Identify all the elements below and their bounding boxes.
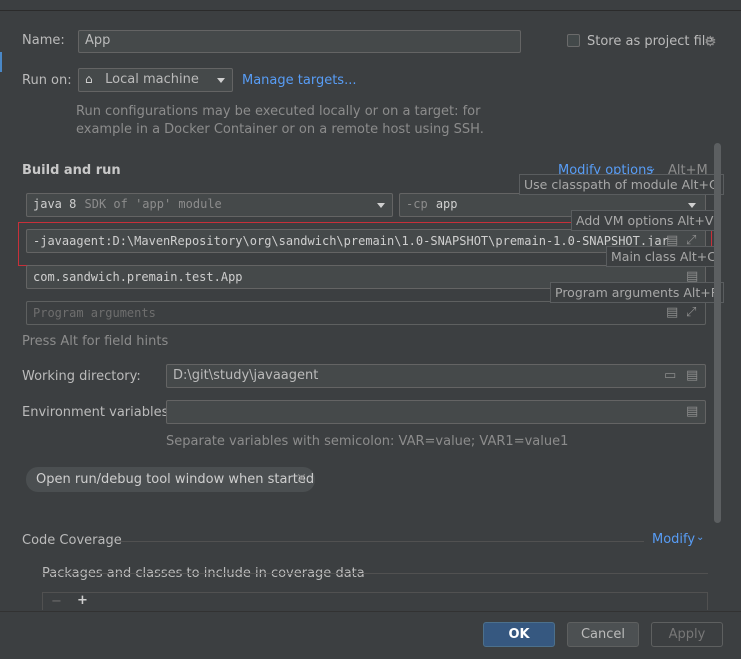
coverage-packages-toolbar: − +: [42, 592, 708, 610]
jdk-hint: SDK of 'app' module: [84, 197, 222, 211]
main-class-value: com.sandwich.premain.test.App: [33, 270, 243, 284]
selection-indicator: [0, 52, 2, 72]
close-icon[interactable]: ×: [296, 471, 307, 486]
cp-value: app: [435, 197, 458, 211]
ok-button[interactable]: OK: [483, 622, 555, 647]
run-on-description-2: example in a Docker Container or on a re…: [76, 122, 484, 137]
dialog-top-edge: [0, 0, 741, 11]
name-label: Name:: [22, 33, 65, 48]
press-alt-hint: Press Alt for field hints: [22, 334, 169, 349]
vm-options-value: -javaagent:D:\MavenRepository\org\sandwi…: [33, 234, 669, 248]
name-value: App: [85, 33, 111, 48]
run-on-value: Local machine: [105, 72, 199, 87]
apply-button[interactable]: Apply: [651, 622, 723, 647]
program-arguments-placeholder: Program arguments: [33, 306, 156, 320]
document-icon[interactable]: ▤: [666, 306, 678, 320]
modify-link[interactable]: Modify: [652, 532, 695, 547]
environment-variables-input[interactable]: [166, 400, 706, 424]
manage-targets-link[interactable]: Manage targets...: [242, 73, 356, 88]
chevron-down-icon: [377, 203, 385, 208]
environment-variables-hint: Separate variables with semicolon: VAR=v…: [166, 434, 569, 449]
jdk-version: java 8: [33, 197, 77, 211]
open-tool-window-chip[interactable]: Open run/debug tool window when started …: [26, 467, 315, 492]
home-icon: ⌂: [85, 72, 93, 86]
store-project-file-checkbox[interactable]: [567, 34, 580, 47]
tooltip-classpath: Use classpath of module Alt+O: [519, 174, 724, 195]
working-directory-value: D:\git\study\javaagent: [173, 368, 319, 383]
open-tool-window-label: Open run/debug tool window when started: [36, 472, 315, 487]
run-on-description-1: Run configurations may be executed local…: [76, 104, 481, 119]
jdk-dropdown[interactable]: java 8 SDK of 'app' module: [26, 193, 393, 217]
tooltip-main-class: Main class Alt+C: [606, 246, 721, 267]
modify-options-chevron-icon[interactable]: ⌄: [648, 163, 656, 174]
environment-variables-label: Environment variables:: [22, 405, 173, 420]
expand-icon[interactable]: ⤢: [686, 306, 696, 320]
working-directory-input[interactable]: D:\git\study\javaagent: [166, 364, 706, 388]
store-project-file-label[interactable]: Store as project file: [587, 34, 713, 49]
tooltip-program-arguments: Program arguments Alt+R: [550, 282, 725, 303]
add-icon[interactable]: +: [77, 593, 88, 608]
separator: [120, 541, 644, 542]
code-coverage-heading: Code Coverage: [22, 533, 122, 548]
program-arguments-input[interactable]: Program arguments: [26, 301, 706, 325]
cp-prefix: -cp: [406, 197, 428, 211]
build-and-run-heading: Build and run: [22, 163, 121, 178]
document-icon[interactable]: ▤: [686, 405, 698, 419]
chevron-down-icon: [217, 78, 225, 83]
chevron-down-icon: [688, 203, 696, 208]
name-input[interactable]: App: [78, 30, 521, 53]
run-on-label: Run on:: [22, 73, 72, 88]
cancel-button[interactable]: Cancel: [567, 622, 639, 647]
gear-icon[interactable]: ⚙: [704, 35, 717, 49]
remove-icon[interactable]: −: [51, 594, 62, 609]
folder-icon[interactable]: ▭: [664, 369, 676, 383]
tooltip-vm-options: Add VM options Alt+V: [571, 210, 719, 231]
working-directory-label: Working directory:: [22, 369, 141, 384]
vm-options-input[interactable]: -javaagent:D:\MavenRepository\org\sandwi…: [26, 229, 706, 253]
separator: [42, 573, 708, 574]
modify-chevron-icon[interactable]: ⌄: [696, 532, 704, 543]
run-on-dropdown[interactable]: ⌂ Local machine: [78, 68, 233, 92]
vertical-scrollbar[interactable]: [714, 143, 721, 523]
document-icon[interactable]: ▤: [686, 369, 698, 383]
